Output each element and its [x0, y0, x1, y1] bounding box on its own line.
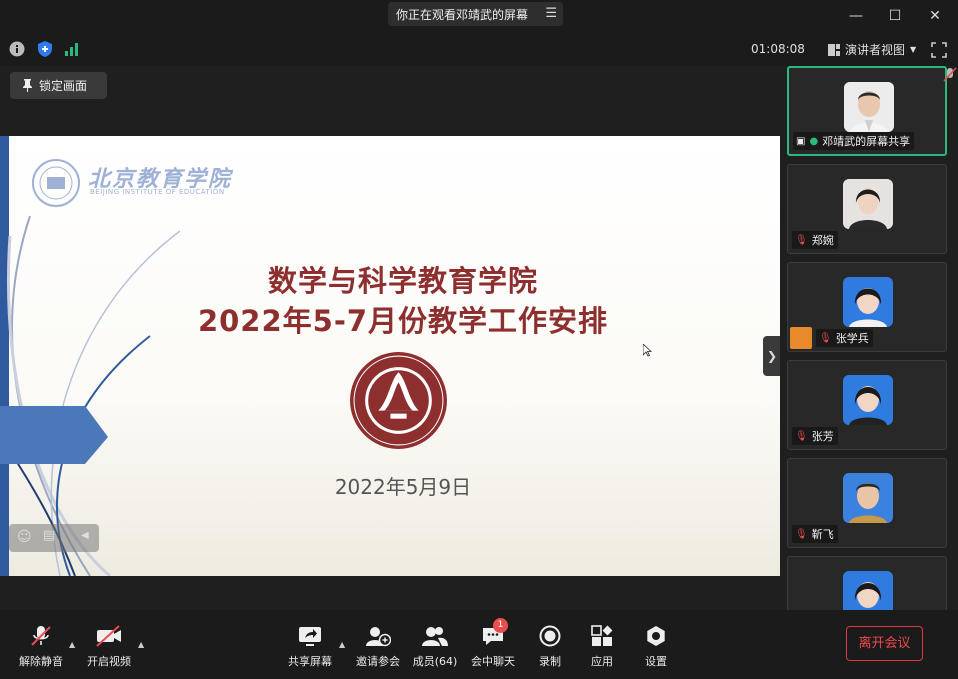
- maximize-icon[interactable]: ☐: [885, 6, 905, 26]
- avatar: [843, 473, 893, 523]
- slide-title-line1: 数学与科学教育学院: [267, 264, 538, 298]
- meeting-timer: 01:08:08: [751, 42, 805, 56]
- share-screen-icon: [299, 627, 321, 646]
- record-button[interactable]: 录制: [536, 624, 564, 669]
- shared-screen-area: 锁定画面 北京教育学院 BEIJING INSTITUTE OF EDUCATI…: [0, 66, 781, 610]
- participant-name-label: 🎙 张学兵: [816, 329, 873, 347]
- minimize-icon[interactable]: —: [846, 6, 866, 26]
- chat-unread-badge: 1: [493, 618, 508, 633]
- slide-decoration: [0, 136, 181, 576]
- avatar: [843, 277, 893, 327]
- record-label: 录制: [539, 655, 561, 668]
- title-bar: 你正在观看邓靖武的屏幕 ☰ — ☐ ✕: [0, 0, 958, 32]
- mic-muted-icon: 🎙: [795, 430, 808, 442]
- participant-name: 张芳: [811, 430, 834, 443]
- avatar: [844, 82, 894, 132]
- collapse-arrow-icon[interactable]: ◀: [81, 530, 89, 541]
- chevron-right-icon: ❯: [766, 349, 778, 363]
- institute-logo-seal: [32, 159, 80, 207]
- security-shield-icon[interactable]: [37, 41, 53, 57]
- view-mode-dropdown[interactable]: 演讲者视图 ▼: [828, 41, 916, 58]
- participant-name: 张学兵: [835, 332, 869, 345]
- mic-muted-icon: [943, 67, 957, 82]
- mouse-cursor-icon: [643, 344, 652, 357]
- start-video-button[interactable]: 开启视频: [86, 624, 132, 669]
- chat-button[interactable]: 1 会中聊天: [470, 618, 516, 669]
- avatar: [843, 375, 893, 425]
- info-icon[interactable]: [9, 41, 25, 57]
- institute-logo-subtext: BEIJING INSTITUTE OF EDUCATION: [90, 188, 225, 196]
- lock-view-button[interactable]: 锁定画面: [10, 72, 107, 99]
- screen-share-banner[interactable]: 你正在观看邓靖武的屏幕 ☰: [388, 2, 563, 26]
- participant-tile[interactable]: [787, 556, 947, 610]
- mic-muted-icon: 🎙: [795, 528, 808, 540]
- avatar: [843, 571, 893, 610]
- danmaku-icon[interactable]: ▤: [43, 528, 55, 543]
- members-button[interactable]: 成员(64): [412, 624, 458, 669]
- record-icon: [539, 625, 561, 647]
- gear-icon: [647, 626, 665, 646]
- fullscreen-icon[interactable]: [931, 42, 947, 58]
- screen-share-icon: ▣: [796, 135, 806, 147]
- chevron-down-icon: ▼: [910, 45, 917, 54]
- participant-name-label: 🎙 靳飞: [792, 525, 838, 543]
- mic-muted-icon: [31, 626, 51, 646]
- participant-tile[interactable]: 🎙 靳飞: [787, 458, 947, 548]
- apps-icon: [591, 625, 613, 646]
- invite-label: 邀请参会: [356, 655, 400, 668]
- leave-meeting-button[interactable]: 离开会议: [846, 626, 923, 661]
- settings-button[interactable]: 设置: [642, 624, 670, 669]
- lock-view-label: 锁定画面: [39, 79, 88, 93]
- members-label: 成员(64): [412, 655, 458, 668]
- meeting-toolbar: 解除静音 ▲ 开启视频 ▲ 共享屏幕 ▲ 邀请参会 成员(64) 1 会中聊天 …: [0, 610, 958, 679]
- emoji-icon[interactable]: ☺: [17, 529, 32, 545]
- avatar: [843, 179, 893, 229]
- participant-name-label: ▣ ● 邓靖武的屏幕共享: [793, 132, 915, 150]
- participant-name: 靳飞: [811, 528, 834, 541]
- presentation-slide: 北京教育学院 BEIJING INSTITUTE OF EDUCATION 数学…: [0, 136, 780, 576]
- share-screen-button[interactable]: 共享屏幕: [287, 624, 333, 669]
- slide-date: 2022年5月9日: [334, 475, 472, 499]
- participant-name: 郑婉: [811, 234, 834, 247]
- unmute-label: 解除静音: [19, 655, 63, 668]
- participant-tile[interactable]: 🎙 张学兵: [787, 262, 947, 352]
- pin-icon: [23, 79, 32, 92]
- meeting-info-bar: 01:08:08 演讲者视图 ▼: [0, 32, 958, 66]
- participant-tile[interactable]: ▣ ● 邓靖武的屏幕共享: [787, 66, 947, 156]
- share-screen-label: 共享屏幕: [288, 655, 332, 668]
- start-video-label: 开启视频: [87, 655, 131, 668]
- participant-name: 邓靖武的屏幕共享: [822, 135, 911, 148]
- members-icon: [422, 627, 448, 646]
- layout-icon: [828, 43, 840, 56]
- participant-tile[interactable]: 🎙 郑婉: [787, 164, 947, 254]
- reaction-toolbar: ☺ ▤ ◀: [9, 524, 99, 552]
- share-options-caret-icon[interactable]: ▲: [339, 640, 345, 649]
- participant-name-label: 🎙 张芳: [792, 427, 838, 445]
- host-badge-icon: [790, 327, 812, 349]
- audio-options-caret-icon[interactable]: ▲: [69, 640, 75, 649]
- participant-gallery: ▣ ● 邓靖武的屏幕共享 🎙 郑婉 🎙 张学兵 🎙 张芳 🎙 靳飞: [780, 66, 958, 610]
- close-icon[interactable]: ✕: [925, 6, 945, 26]
- mic-muted-icon: 🎙: [795, 234, 808, 246]
- banner-menu-icon[interactable]: ☰: [545, 6, 557, 21]
- settings-label: 设置: [645, 655, 667, 668]
- share-banner-text: 你正在观看邓靖武的屏幕: [396, 7, 529, 22]
- mic-muted-icon: 🎙: [819, 332, 832, 344]
- signal-strength-icon[interactable]: [64, 41, 80, 57]
- unmute-button[interactable]: 解除静音: [18, 624, 64, 669]
- slide-title-line2: 2022年5-7月份教学工作安排: [197, 304, 609, 338]
- college-emblem: [350, 352, 447, 449]
- chat-label: 会中聊天: [471, 655, 515, 668]
- participant-name-label: 🎙 郑婉: [792, 231, 838, 249]
- participant-tile[interactable]: 🎙 张芳: [787, 360, 947, 450]
- add-user-icon: [366, 627, 391, 647]
- gallery-toggle-button[interactable]: ❯: [763, 336, 781, 376]
- video-options-caret-icon[interactable]: ▲: [138, 640, 144, 649]
- invite-button[interactable]: 邀请参会: [355, 624, 401, 669]
- mic-on-icon: ●: [809, 135, 819, 147]
- apps-label: 应用: [591, 655, 613, 668]
- video-off-icon: [96, 625, 121, 647]
- apps-button[interactable]: 应用: [588, 624, 616, 669]
- view-mode-label: 演讲者视图: [845, 43, 906, 57]
